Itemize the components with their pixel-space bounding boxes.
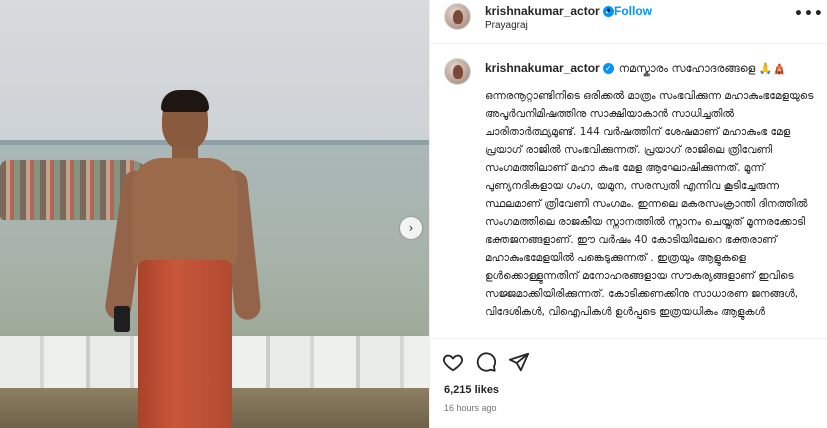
separator-dot: • <box>605 4 613 18</box>
header-username[interactable]: krishnakumar_actor ✓ <box>485 4 614 18</box>
post-timestamp[interactable]: 16 hours ago <box>444 403 497 413</box>
verified-badge-icon: ✓ <box>602 63 614 74</box>
caption-username[interactable]: krishnakumar_actor <box>485 61 600 75</box>
caption-greeting: നമസ്കാരം സഹോദരങ്ങളെ 🙏🛕 <box>618 62 787 75</box>
caption-header: krishnakumar_actor ✓ നമസ്കാരം സഹോദരങ്ങളെ 🙏… <box>485 61 786 76</box>
heart-icon[interactable] <box>442 351 464 373</box>
more-options-icon[interactable]: ••• <box>794 6 824 22</box>
post-side-panel: krishnakumar_actor ✓ • Follow Prayagraj •… <box>429 0 827 428</box>
location-link[interactable]: Prayagraj <box>485 20 528 31</box>
caption-avatar[interactable] <box>444 58 471 85</box>
header-username-text[interactable]: krishnakumar_actor <box>485 4 600 18</box>
man-phone <box>114 306 130 332</box>
post-header: krishnakumar_actor ✓ • Follow Prayagraj •… <box>430 0 827 44</box>
post-photo[interactable]: › <box>0 0 429 428</box>
caption-area: krishnakumar_actor ✓ നമസ്കാരം സഹോദരങ്ങളെ 🙏… <box>430 45 827 337</box>
next-photo-button[interactable]: › <box>400 217 422 239</box>
man-lungi <box>138 260 232 428</box>
comment-icon[interactable] <box>475 351 497 373</box>
chevron-right-icon: › <box>408 221 414 235</box>
caption-text: ഒന്നരനൂറ്റാണ്ടിനിടെ ഒരിക്കൽ മാത്രം സംഭവി… <box>485 90 817 318</box>
post-actions: 6,215 likes 16 hours ago <box>430 338 827 428</box>
likes-count[interactable]: 6,215 likes <box>444 384 499 396</box>
share-icon[interactable] <box>508 351 530 373</box>
follow-button[interactable]: Follow <box>614 4 652 18</box>
photo-man <box>103 90 262 428</box>
man-torso <box>132 158 238 268</box>
avatar[interactable] <box>444 3 471 30</box>
man-hair <box>161 90 209 112</box>
